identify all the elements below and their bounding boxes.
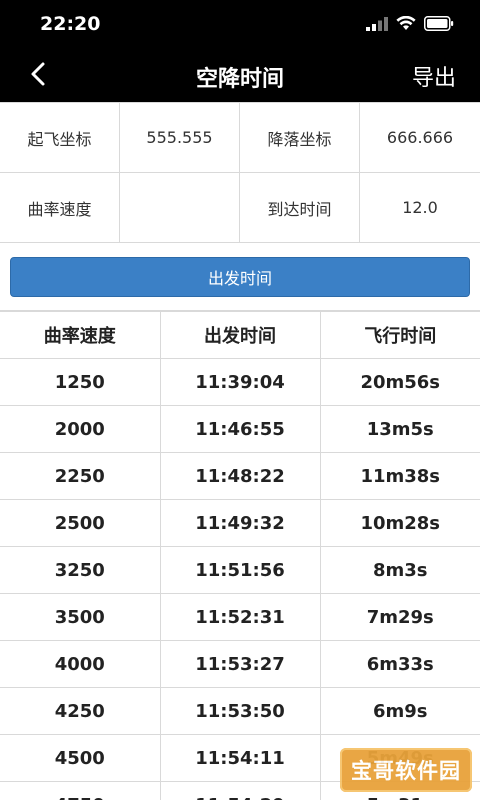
flight-cell: 13m5s [319,405,480,453]
depart-cell: 11:53:50 [159,687,321,735]
flight-cell: 7m29s [319,593,480,641]
takeoff-input[interactable]: 555.555 [120,103,240,173]
depart-cell: 11:49:32 [159,499,321,547]
depart-cell: 11:53:27 [159,640,321,688]
app-screen: 22:20 空降时间 导出 起飞坐标 555.555 降落坐标 666.666 … [0,0,480,800]
table-row[interactable]: 3250 11:51:56 8m3s [0,546,480,594]
depart-cell: 11:54:29 [159,781,321,800]
column-header: 出发时间 [159,311,321,359]
flight-cell: 10m28s [319,499,480,547]
depart-time-button[interactable]: 出发时间 [10,257,470,297]
speed-input[interactable] [120,173,240,243]
button-row: 出发时间 [0,243,480,311]
speed-cell: 2000 [0,405,161,453]
status-icons [366,15,454,35]
results-table: 曲率速度 出发时间 飞行时间 1250 11:39:04 20m56s 2000… [0,311,480,800]
status-bar: 22:20 [0,0,480,50]
speed-cell: 4750 [0,781,161,800]
export-button[interactable]: 导出 [412,60,456,92]
flight-cell: 11m38s [319,452,480,500]
speed-cell: 3250 [0,546,161,594]
watermark-logo: 宝哥软件园 [340,748,472,792]
table-row[interactable]: 2500 11:49:32 10m28s [0,499,480,547]
speed-cell: 2250 [0,452,161,500]
flight-cell: 8m3s [319,546,480,594]
depart-cell: 11:51:56 [159,546,321,594]
flight-cell: 20m56s [319,358,480,406]
flight-cell: 6m33s [319,640,480,688]
nav-bar: 空降时间 导出 [0,50,480,102]
column-header: 曲率速度 [0,311,161,359]
speed-cell: 4000 [0,640,161,688]
top-bar: 22:20 空降时间 导出 [0,0,480,102]
signal-icon [366,16,388,35]
speed-cell: 4500 [0,734,161,782]
takeoff-label: 起飞坐标 [0,103,120,173]
table-row[interactable]: 3500 11:52:31 7m29s [0,593,480,641]
arrival-input[interactable]: 12.0 [360,173,480,243]
battery-icon [424,16,454,35]
speed-cell: 1250 [0,358,161,406]
arrival-label: 到达时间 [240,173,360,243]
flight-cell: 6m9s [319,687,480,735]
depart-cell: 11:46:55 [159,405,321,453]
wifi-icon [396,15,416,35]
depart-cell: 11:39:04 [159,358,321,406]
speed-cell: 4250 [0,687,161,735]
table-header-row: 曲率速度 出发时间 飞行时间 [0,311,480,359]
table-row[interactable]: 2250 11:48:22 11m38s [0,452,480,500]
table-row[interactable]: 1250 11:39:04 20m56s [0,358,480,406]
landing-input[interactable]: 666.666 [360,103,480,173]
depart-cell: 11:54:11 [159,734,321,782]
speed-cell: 2500 [0,499,161,547]
speed-label: 曲率速度 [0,173,120,243]
depart-cell: 11:52:31 [159,593,321,641]
landing-label: 降落坐标 [240,103,360,173]
table-row[interactable]: 4250 11:53:50 6m9s [0,687,480,735]
page-title: 空降时间 [195,67,284,92]
depart-cell: 11:48:22 [159,452,321,500]
coordinate-form: 起飞坐标 555.555 降落坐标 666.666 曲率速度 到达时间 12.0 [0,102,480,243]
status-time: 22:20 [40,13,101,35]
table-row[interactable]: 2000 11:46:55 13m5s [0,405,480,453]
speed-cell: 3500 [0,593,161,641]
column-header: 飞行时间 [319,311,480,359]
table-row[interactable]: 4000 11:53:27 6m33s [0,640,480,688]
